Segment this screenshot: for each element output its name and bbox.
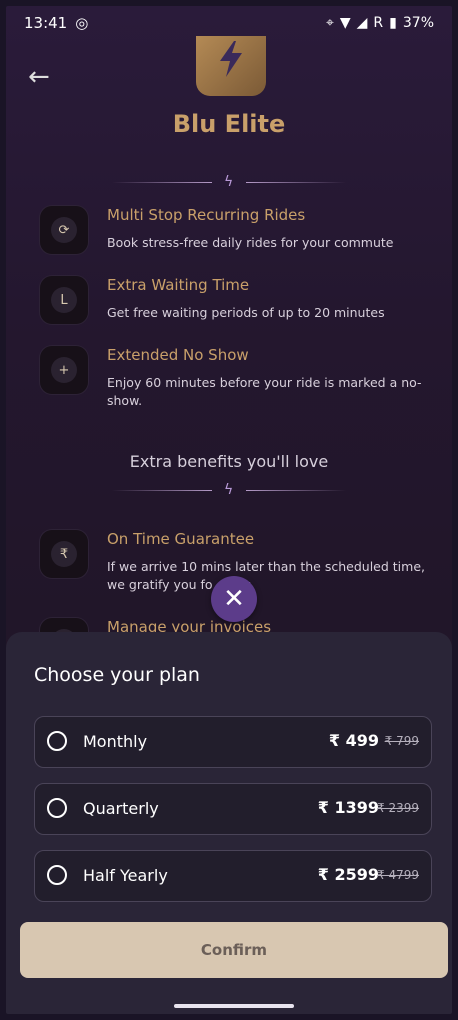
sheet-title: Choose your plan — [34, 664, 200, 686]
battery-percent: 37% — [402, 15, 434, 31]
plan-name: Half Yearly — [83, 866, 168, 885]
feature-title: Extended No Show — [107, 346, 249, 364]
wifi-icon: ▼ — [339, 15, 351, 31]
clock-icon: L — [40, 276, 88, 324]
status-bar: 13:41 ◎ ⌖ ▼ ◢ R ▮ 37% — [6, 6, 452, 40]
divider: ϟ — [112, 174, 346, 190]
radio-button[interactable] — [47, 798, 67, 818]
back-arrow-icon[interactable]: ← — [28, 62, 50, 92]
plan-old-price: ₹ 2399 — [377, 801, 419, 815]
alarm-plus-icon: + — [40, 346, 88, 394]
benefit-title: On Time Guarantee — [107, 530, 255, 548]
recurring-icon: ⟳ — [40, 206, 88, 254]
extra-benefits-title: Extra benefits you'll love — [129, 452, 329, 471]
feature-title: Multi Stop Recurring Rides — [107, 206, 306, 224]
plan-option-half-yearly[interactable]: Half Yearly ₹ 2599 ₹ 4799 — [34, 850, 432, 902]
feature-desc: Book stress-free daily rides for your co… — [107, 235, 394, 250]
rupee-icon: ₹ — [40, 530, 88, 578]
radio-button[interactable] — [47, 865, 67, 885]
plan-old-price: ₹ 799 — [384, 734, 419, 748]
location-icon: ⌖ — [325, 15, 334, 31]
plan-name: Monthly — [83, 732, 148, 751]
home-indicator[interactable] — [174, 1004, 294, 1008]
plan-name: Quarterly — [83, 799, 159, 818]
app-notification-icon: ◎ — [75, 14, 89, 32]
bolt-icon — [220, 41, 242, 77]
screen: 13:41 ◎ ⌖ ▼ ◢ R ▮ 37% ← Blu Elite ϟ ⟳ Mu… — [6, 6, 452, 1014]
feature-title: Extra Waiting Time — [107, 276, 250, 294]
signal-icon: ◢ — [356, 15, 368, 31]
plan-option-quarterly[interactable]: Quarterly ₹ 1399 ₹ 2399 — [34, 783, 432, 835]
benefit-desc: If we arrive 10 mins later than the sche… — [107, 559, 425, 592]
plan-option-monthly[interactable]: Monthly ₹ 499 ₹ 799 — [34, 716, 432, 768]
divider-bolt-icon: ϟ — [224, 174, 234, 190]
plan-old-price: ₹ 4799 — [377, 868, 419, 882]
plan-bottom-sheet: Choose your plan Monthly ₹ 499 ₹ 799 Qua… — [6, 632, 452, 1014]
plan-price: ₹ 499 — [328, 731, 379, 750]
divider: ϟ — [112, 482, 346, 498]
plan-price: ₹ 2599 — [317, 865, 379, 884]
close-icon: ✕ — [223, 584, 245, 614]
status-time: 13:41 — [24, 14, 68, 32]
radio-button[interactable] — [47, 731, 67, 751]
plan-price: ₹ 1399 — [317, 798, 379, 817]
brand-title: Blu Elite — [172, 110, 286, 138]
network-label: R — [373, 15, 384, 31]
feature-desc: Enjoy 60 minutes before your ride is mar… — [107, 375, 422, 408]
close-button[interactable]: ✕ — [211, 576, 257, 622]
divider-bolt-icon: ϟ — [224, 482, 234, 498]
confirm-button[interactable]: Confirm — [20, 922, 448, 978]
feature-desc: Get free waiting periods of up to 20 min… — [107, 305, 385, 320]
battery-icon: ▮ — [389, 15, 397, 31]
brand-logo — [196, 36, 266, 96]
